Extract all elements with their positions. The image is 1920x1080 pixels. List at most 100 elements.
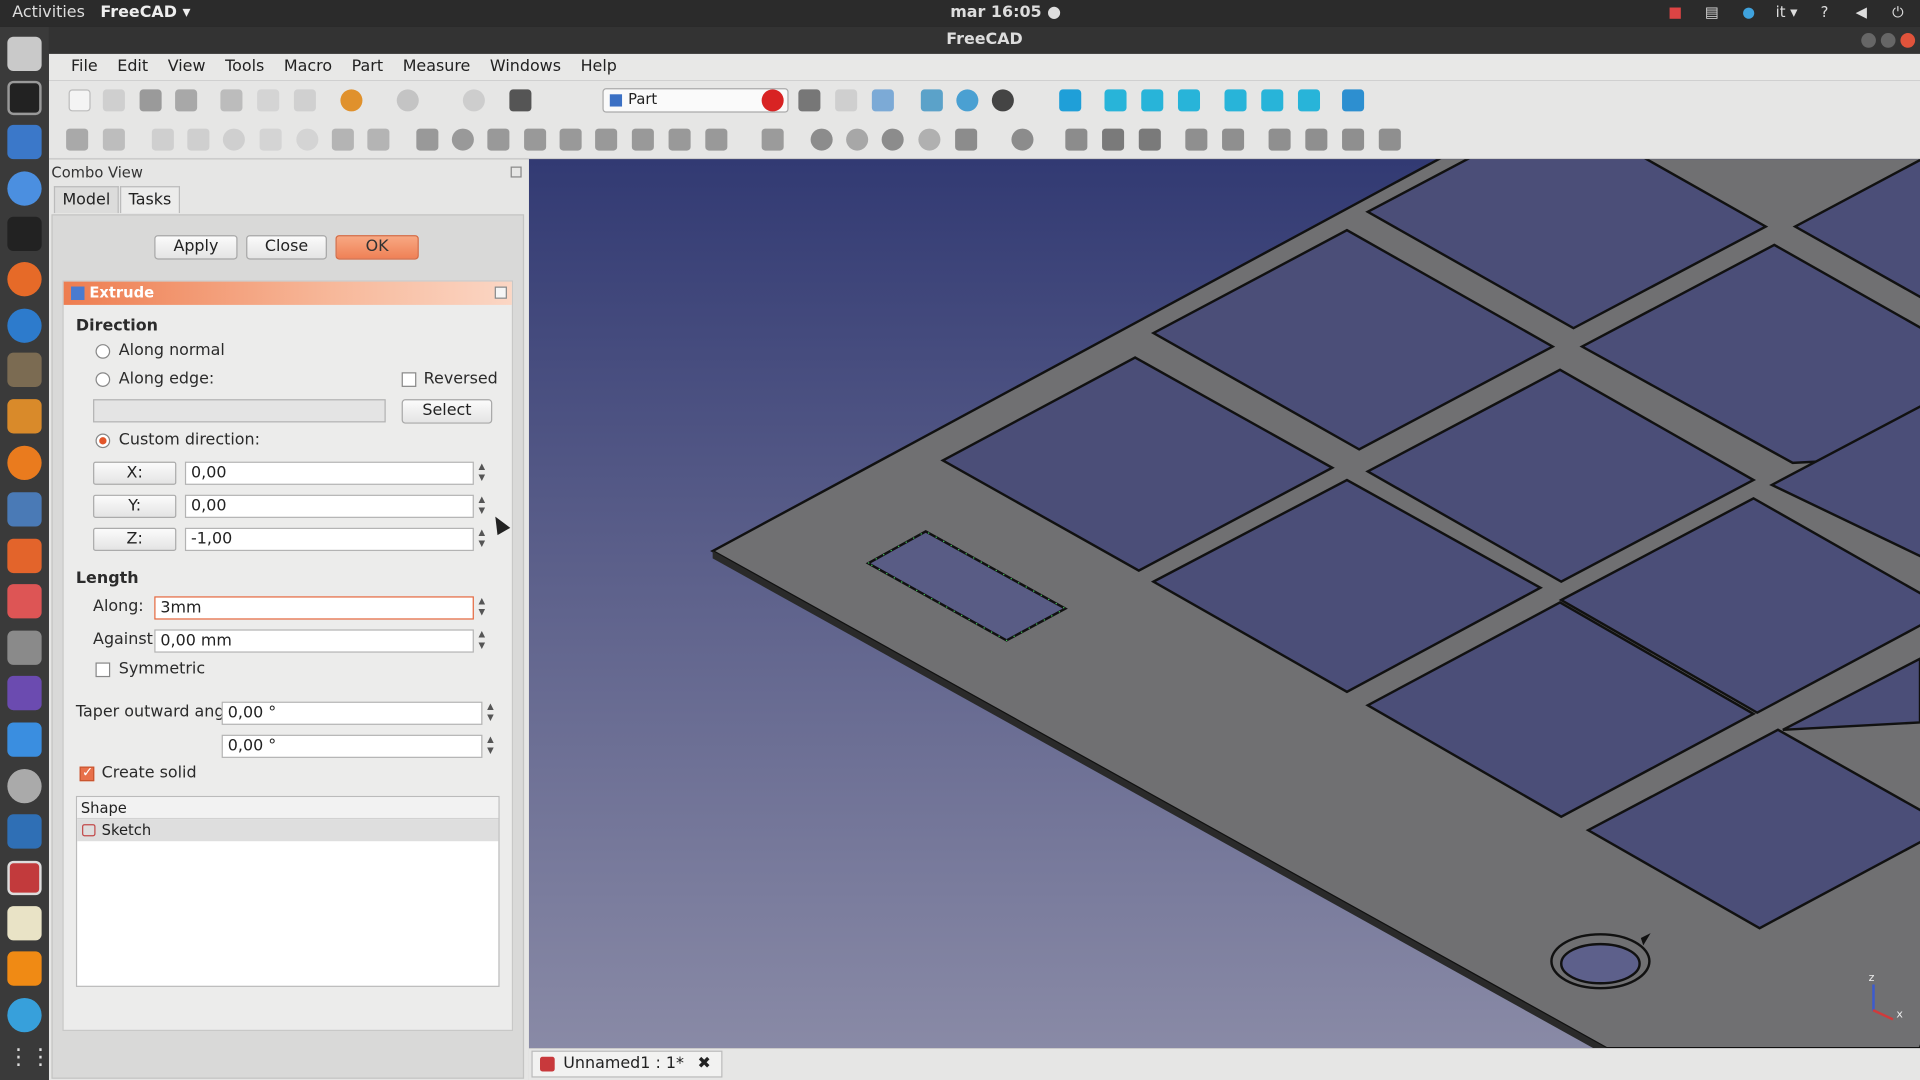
tube-icon[interactable] xyxy=(331,128,354,151)
z-axis-button[interactable]: Z: xyxy=(93,527,177,552)
against-spinner[interactable]: ▲ ▼ xyxy=(475,629,488,652)
refresh-icon[interactable] xyxy=(462,89,485,112)
boolean-icon[interactable] xyxy=(810,128,833,151)
along-spinner[interactable]: ▲ ▼ xyxy=(475,596,488,619)
sphere-icon[interactable] xyxy=(222,128,245,151)
box-icon[interactable] xyxy=(151,128,174,151)
thickness-icon[interactable] xyxy=(1102,128,1125,151)
compound-icon[interactable] xyxy=(1065,128,1088,151)
group-icon[interactable] xyxy=(102,128,125,151)
writer-icon[interactable] xyxy=(7,124,42,160)
z-direction-input[interactable]: -1,00 xyxy=(184,527,474,552)
blender-icon[interactable] xyxy=(7,445,42,481)
app-menu[interactable]: FreeCAD ▾ xyxy=(100,4,190,22)
editor-icon[interactable] xyxy=(7,906,42,941)
maximize-button[interactable] xyxy=(1880,33,1896,48)
edge-field[interactable] xyxy=(93,399,386,423)
open-icon[interactable] xyxy=(102,89,125,112)
y-spinner[interactable]: ▲ ▼ xyxy=(475,495,488,518)
torus-icon[interactable] xyxy=(296,128,319,151)
whats-this-icon[interactable] xyxy=(509,89,532,112)
redo-icon[interactable] xyxy=(396,89,419,112)
along-normal-radio[interactable] xyxy=(95,344,111,359)
cross-sections-icon[interactable] xyxy=(1222,128,1245,151)
fit-selection-icon[interactable] xyxy=(956,89,979,112)
record-macro-icon[interactable] xyxy=(761,89,784,112)
part-icon[interactable] xyxy=(66,128,89,151)
ruled-surface-icon[interactable] xyxy=(631,128,654,151)
offset-icon[interactable] xyxy=(1138,128,1161,151)
vlc-icon[interactable] xyxy=(7,951,42,986)
x-axis-button[interactable]: X: xyxy=(93,461,177,485)
draw-icon[interactable] xyxy=(7,399,42,434)
reversed-checkbox[interactable] xyxy=(401,372,417,387)
z-spinner[interactable]: ▲ ▼ xyxy=(475,528,488,551)
sweep-icon[interactable] xyxy=(705,128,728,151)
run-macro-icon[interactable] xyxy=(871,89,894,112)
settings-tool-icon[interactable] xyxy=(7,584,42,619)
new-document-icon[interactable] xyxy=(68,89,91,112)
software-center-icon[interactable] xyxy=(7,538,42,574)
menu-macro[interactable]: Macro xyxy=(274,54,342,81)
rear-view-icon[interactable] xyxy=(1224,89,1247,112)
activities-button[interactable]: Activities xyxy=(12,4,85,22)
cut-shape-icon[interactable] xyxy=(846,128,869,151)
section-icon[interactable] xyxy=(761,128,784,151)
edit-macro-icon[interactable] xyxy=(835,89,858,112)
taper-angle-input[interactable]: 0,00 ° xyxy=(221,701,483,725)
color-per-face-icon[interactable] xyxy=(1378,128,1401,151)
join-icon[interactable] xyxy=(955,128,978,151)
stop-macro-icon[interactable] xyxy=(798,89,821,112)
mirror-icon[interactable] xyxy=(487,128,510,151)
make-face-icon[interactable] xyxy=(595,128,618,151)
primitives-icon[interactable] xyxy=(367,128,390,151)
menu-help[interactable]: Help xyxy=(571,54,627,81)
presentation-icon[interactable] xyxy=(7,492,42,527)
y-direction-input[interactable]: 0,00 xyxy=(184,494,474,518)
loft-icon[interactable] xyxy=(668,128,691,151)
create-solid-checkbox[interactable] xyxy=(79,764,95,782)
cut-icon[interactable] xyxy=(220,89,243,112)
virtualbox-icon[interactable] xyxy=(7,814,42,849)
menu-tools[interactable]: Tools xyxy=(215,54,274,81)
draw-style-icon[interactable] xyxy=(991,89,1014,112)
terminal-icon[interactable] xyxy=(7,216,42,252)
revolve-icon[interactable] xyxy=(451,128,474,151)
menu-part[interactable]: Part xyxy=(342,54,393,81)
taper-spinner[interactable]: ▲ ▼ xyxy=(484,702,497,725)
close-window-button[interactable] xyxy=(1900,33,1916,48)
menu-measure[interactable]: Measure xyxy=(393,54,480,81)
symmetric-checkbox[interactable] xyxy=(95,662,111,678)
split-icon[interactable] xyxy=(1011,128,1034,151)
taper-against-spinner[interactable]: ▲ ▼ xyxy=(484,735,497,758)
ok-button[interactable]: OK xyxy=(335,235,419,260)
menu-edit[interactable]: Edit xyxy=(107,54,157,81)
tab-tasks[interactable]: Tasks xyxy=(120,186,180,214)
defeaturing-icon[interactable] xyxy=(1305,128,1328,151)
thunderbird-icon[interactable] xyxy=(7,308,42,343)
along-edge-radio[interactable] xyxy=(95,372,111,387)
collapse-icon[interactable] xyxy=(494,286,507,299)
power-icon[interactable]: ⏻ xyxy=(1888,2,1908,22)
record-icon[interactable]: ■ xyxy=(1665,2,1685,22)
volume-icon[interactable]: ◀ xyxy=(1851,2,1871,22)
document-tab[interactable]: Unnamed1 : 1* ✖ xyxy=(531,1050,722,1078)
select-button[interactable]: Select xyxy=(401,399,493,424)
telegram-icon[interactable]: ● xyxy=(1739,2,1759,22)
left-view-icon[interactable] xyxy=(1297,89,1321,112)
paste-icon[interactable] xyxy=(293,89,316,112)
check-geometry-icon[interactable] xyxy=(1268,128,1291,151)
undo-icon[interactable] xyxy=(340,89,363,112)
y-axis-button[interactable]: Y: xyxy=(93,494,177,518)
against-length-input[interactable]: 0,00 mm xyxy=(154,629,474,653)
chromium-icon[interactable] xyxy=(7,171,42,206)
union-icon[interactable] xyxy=(881,128,904,151)
minimize-button[interactable] xyxy=(1861,33,1876,48)
measure-icon[interactable] xyxy=(1342,89,1365,112)
clipboard-icon[interactable]: ▤ xyxy=(1702,2,1722,22)
print-icon[interactable] xyxy=(175,89,198,112)
cone-icon[interactable] xyxy=(259,128,282,151)
tab-model[interactable]: Model xyxy=(53,186,119,214)
eye-icon[interactable] xyxy=(7,768,42,804)
camera-icon[interactable] xyxy=(7,630,42,665)
